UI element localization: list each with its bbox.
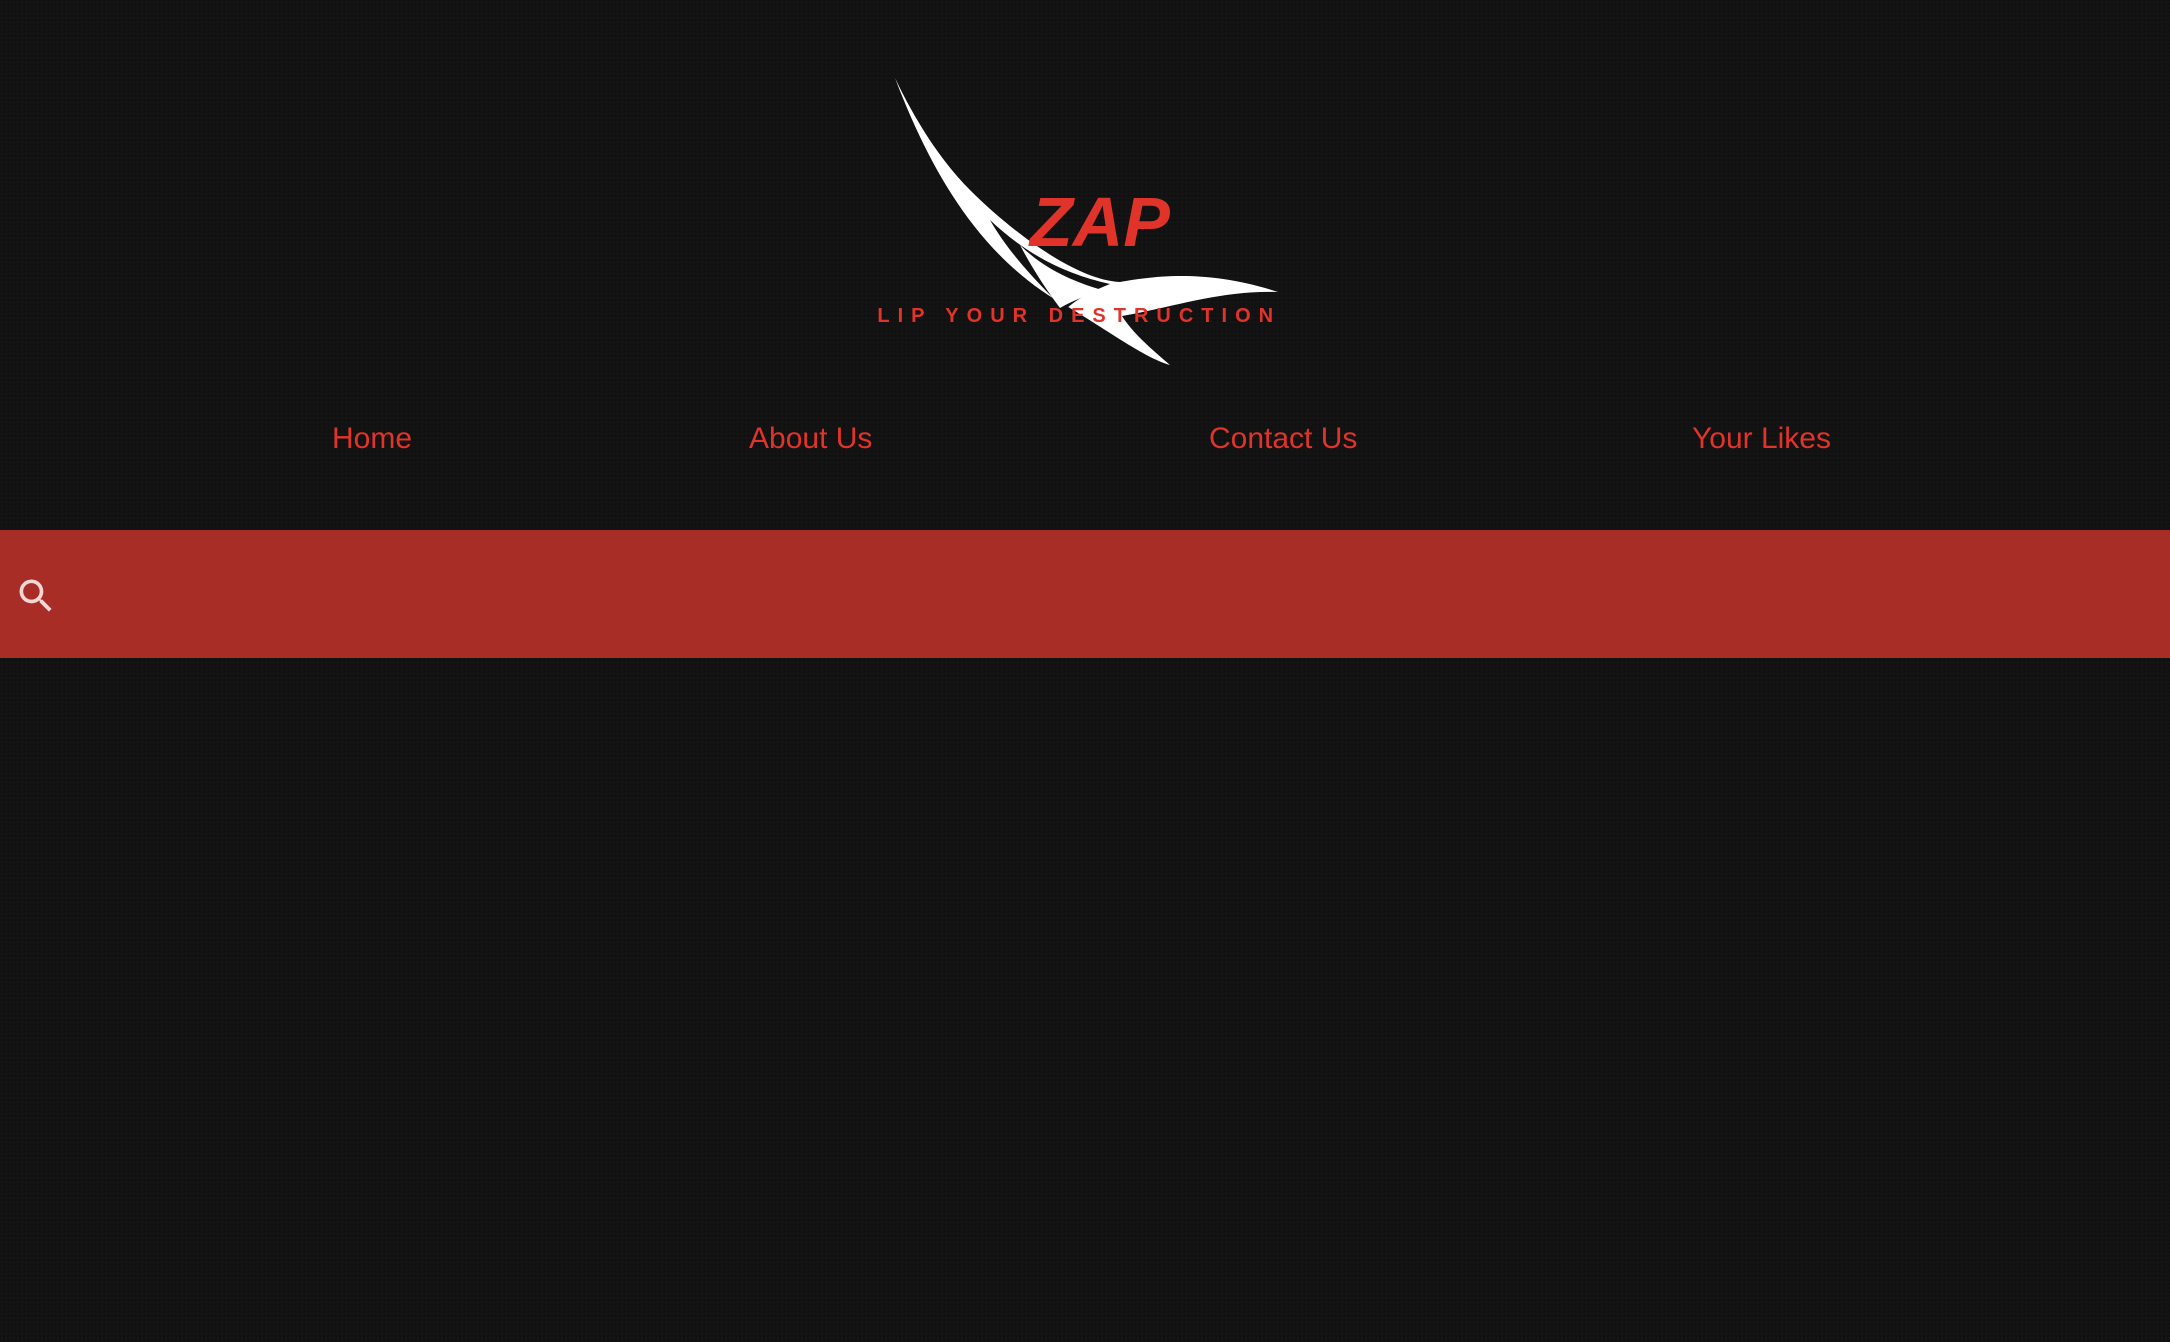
search-icon[interactable] — [14, 574, 58, 618]
search-bar — [0, 530, 2170, 658]
brand-name: ZAP — [1028, 183, 1170, 261]
nav-link-contact-us[interactable]: Contact Us — [1209, 422, 1357, 456]
nav-link-your-likes[interactable]: Your Likes — [1692, 422, 1831, 456]
brand-tagline: CLIP YOUR DESTRUCTION — [870, 305, 1281, 327]
site-logo[interactable]: ZAP CLIP YOUR DESTRUCTION — [870, 70, 1290, 370]
main-nav: Home About Us Contact Us Your Likes — [0, 410, 2170, 470]
site-header: ZAP CLIP YOUR DESTRUCTION Home About Us … — [0, 0, 2170, 530]
nav-link-home[interactable]: Home — [332, 422, 412, 456]
zap-logo-swoosh: ZAP CLIP YOUR DESTRUCTION — [870, 78, 1281, 365]
main-content — [0, 658, 2170, 1342]
search-input[interactable] — [72, 564, 2146, 626]
nav-link-about-us[interactable]: About Us — [749, 422, 872, 456]
